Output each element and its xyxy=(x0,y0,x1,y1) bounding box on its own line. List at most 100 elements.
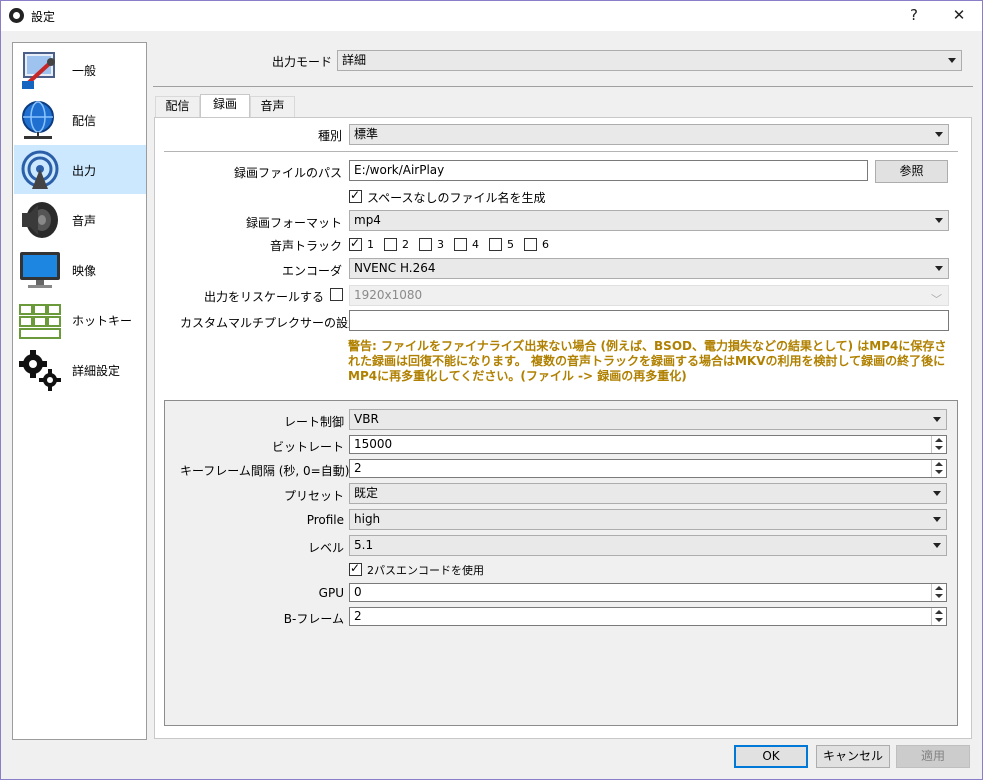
track-6-label: 6 xyxy=(542,238,549,251)
profile-value: high xyxy=(354,512,381,526)
keyframe-label: キーフレーム間隔 (秒, 0=自動) xyxy=(180,464,350,478)
preset-select[interactable]: 既定 xyxy=(349,483,947,504)
rate-label: レート制御 xyxy=(283,415,344,429)
close-button[interactable]: ✕ xyxy=(937,1,981,30)
output-mode-label: 出力モード xyxy=(271,55,332,69)
chevron-down-icon xyxy=(935,218,943,223)
chevron-down-icon xyxy=(933,517,941,522)
chevron-down-icon xyxy=(935,132,943,137)
sidebar-label-hotkeys: ホットキー xyxy=(72,314,133,328)
preset-label: プリセット xyxy=(283,489,344,503)
nospace-checkbox[interactable] xyxy=(349,188,362,203)
bframes-spinbox[interactable]: 2 xyxy=(349,607,947,626)
keyframe-value: 2 xyxy=(354,461,362,475)
track-4-label: 4 xyxy=(472,238,479,251)
track-2-label: 2 xyxy=(402,238,409,251)
rescale-select[interactable]: 1920x1080 ﹀ xyxy=(349,285,949,306)
type-value: 標準 xyxy=(354,127,379,141)
spin-arrows-icon[interactable] xyxy=(931,608,946,625)
encoder-value: NVENC H.264 xyxy=(354,261,436,275)
settings-sidebar: 一般 配信 出力 音声 映像 ホットキー 詳細設定 xyxy=(12,42,147,740)
track-3-checkbox[interactable] xyxy=(419,238,432,251)
track-4-checkbox[interactable] xyxy=(454,238,467,251)
spin-arrows-icon[interactable] xyxy=(931,584,946,601)
browse-button[interactable]: 参照 xyxy=(875,160,948,183)
sidebar-label-advanced: 詳細設定 xyxy=(72,364,121,378)
muxer-input[interactable] xyxy=(349,310,949,331)
ok-button[interactable]: OK xyxy=(734,745,808,768)
tab-stream[interactable]: 配信 xyxy=(155,96,200,117)
track-5-label: 5 xyxy=(507,238,514,251)
nospace-label: スペースなしのファイル名を生成 xyxy=(367,191,546,205)
tab-audio[interactable]: 音声 xyxy=(250,96,295,117)
sidebar-item-output[interactable]: 出力 xyxy=(14,145,146,194)
sidebar-item-hotkeys[interactable]: ホットキー xyxy=(14,295,146,344)
output-mode-value: 詳細 xyxy=(342,53,367,67)
title-bar xyxy=(1,1,982,31)
track-3-label: 3 xyxy=(437,238,444,251)
divider xyxy=(164,151,958,152)
type-select[interactable]: 標準 xyxy=(349,124,949,145)
encoder-label: エンコーダ xyxy=(281,264,342,278)
muxer-label: カスタムマルチプレクサーの設定 xyxy=(180,316,361,330)
stream-globe-icon xyxy=(22,101,54,139)
track-1-checkbox[interactable] xyxy=(349,236,362,251)
rate-value: VBR xyxy=(354,412,379,426)
output-mode-select[interactable]: 詳細 xyxy=(337,50,962,71)
path-label: 録画ファイルのパス xyxy=(233,166,342,180)
output-broadcast-icon xyxy=(21,150,59,189)
spin-arrows-icon[interactable] xyxy=(931,460,946,477)
general-icon xyxy=(22,52,55,89)
help-button[interactable]: ? xyxy=(892,1,936,30)
gpu-label: GPU xyxy=(318,586,344,600)
sidebar-item-advanced[interactable]: 詳細設定 xyxy=(14,345,146,394)
track-6-checkbox[interactable] xyxy=(524,238,537,251)
warning-text: 警告: ファイルをファイナライズ出来ない場合 (例えば、BSOD、電力損失などの… xyxy=(348,339,947,383)
rate-select[interactable]: VBR xyxy=(349,409,947,430)
track-5-checkbox[interactable] xyxy=(489,238,502,251)
format-select[interactable]: mp4 xyxy=(349,210,949,231)
level-label: レベル xyxy=(307,541,344,555)
bitrate-label: ビットレート xyxy=(271,440,344,454)
sidebar-item-general[interactable]: 一般 xyxy=(14,45,146,94)
encoder-select[interactable]: NVENC H.264 xyxy=(349,258,949,279)
format-value: mp4 xyxy=(354,213,381,227)
rescale-checkbox[interactable] xyxy=(330,288,343,301)
bitrate-spinbox[interactable]: 15000 xyxy=(349,435,947,454)
chevron-down-icon xyxy=(933,491,941,496)
bframes-label: B-フレーム xyxy=(283,612,344,626)
twopass-checkbox[interactable] xyxy=(349,561,362,576)
keyframe-spinbox[interactable]: 2 xyxy=(349,459,947,478)
obs-logo-icon xyxy=(9,8,24,23)
profile-select[interactable]: high xyxy=(349,509,947,530)
track-2-checkbox[interactable] xyxy=(384,238,397,251)
preset-value: 既定 xyxy=(354,486,379,500)
divider xyxy=(153,86,973,87)
tab-recording[interactable]: 録画 xyxy=(200,94,250,118)
keyboard-icon xyxy=(19,304,61,339)
sidebar-item-video[interactable]: 映像 xyxy=(14,245,146,294)
track-1-label: 1 xyxy=(367,238,374,251)
gpu-value: 0 xyxy=(354,585,362,599)
sidebar-item-audio[interactable]: 音声 xyxy=(14,195,146,244)
level-select[interactable]: 5.1 xyxy=(349,535,947,556)
cancel-button[interactable]: キャンセル xyxy=(816,745,890,768)
chevron-down-icon: ﹀ xyxy=(931,293,942,306)
format-label: 録画フォーマット xyxy=(245,216,342,230)
sidebar-item-stream[interactable]: 配信 xyxy=(14,95,146,144)
gpu-spinbox[interactable]: 0 xyxy=(349,583,947,602)
path-input[interactable]: E:/work/AirPlay xyxy=(349,160,868,181)
level-value: 5.1 xyxy=(354,538,374,552)
sidebar-label-audio: 音声 xyxy=(72,214,97,228)
apply-button[interactable]: 適用 xyxy=(896,745,970,768)
sidebar-label-general: 一般 xyxy=(72,64,97,78)
bitrate-value: 15000 xyxy=(354,437,393,451)
chevron-down-icon xyxy=(933,543,941,548)
sidebar-label-output: 出力 xyxy=(72,164,97,178)
rescale-label: 出力をリスケールする xyxy=(203,290,324,304)
chevron-down-icon xyxy=(948,58,956,63)
sidebar-label-stream: 配信 xyxy=(72,114,97,128)
spin-arrows-icon[interactable] xyxy=(931,436,946,453)
rescale-value: 1920x1080 xyxy=(354,288,423,302)
speaker-icon xyxy=(22,202,58,238)
